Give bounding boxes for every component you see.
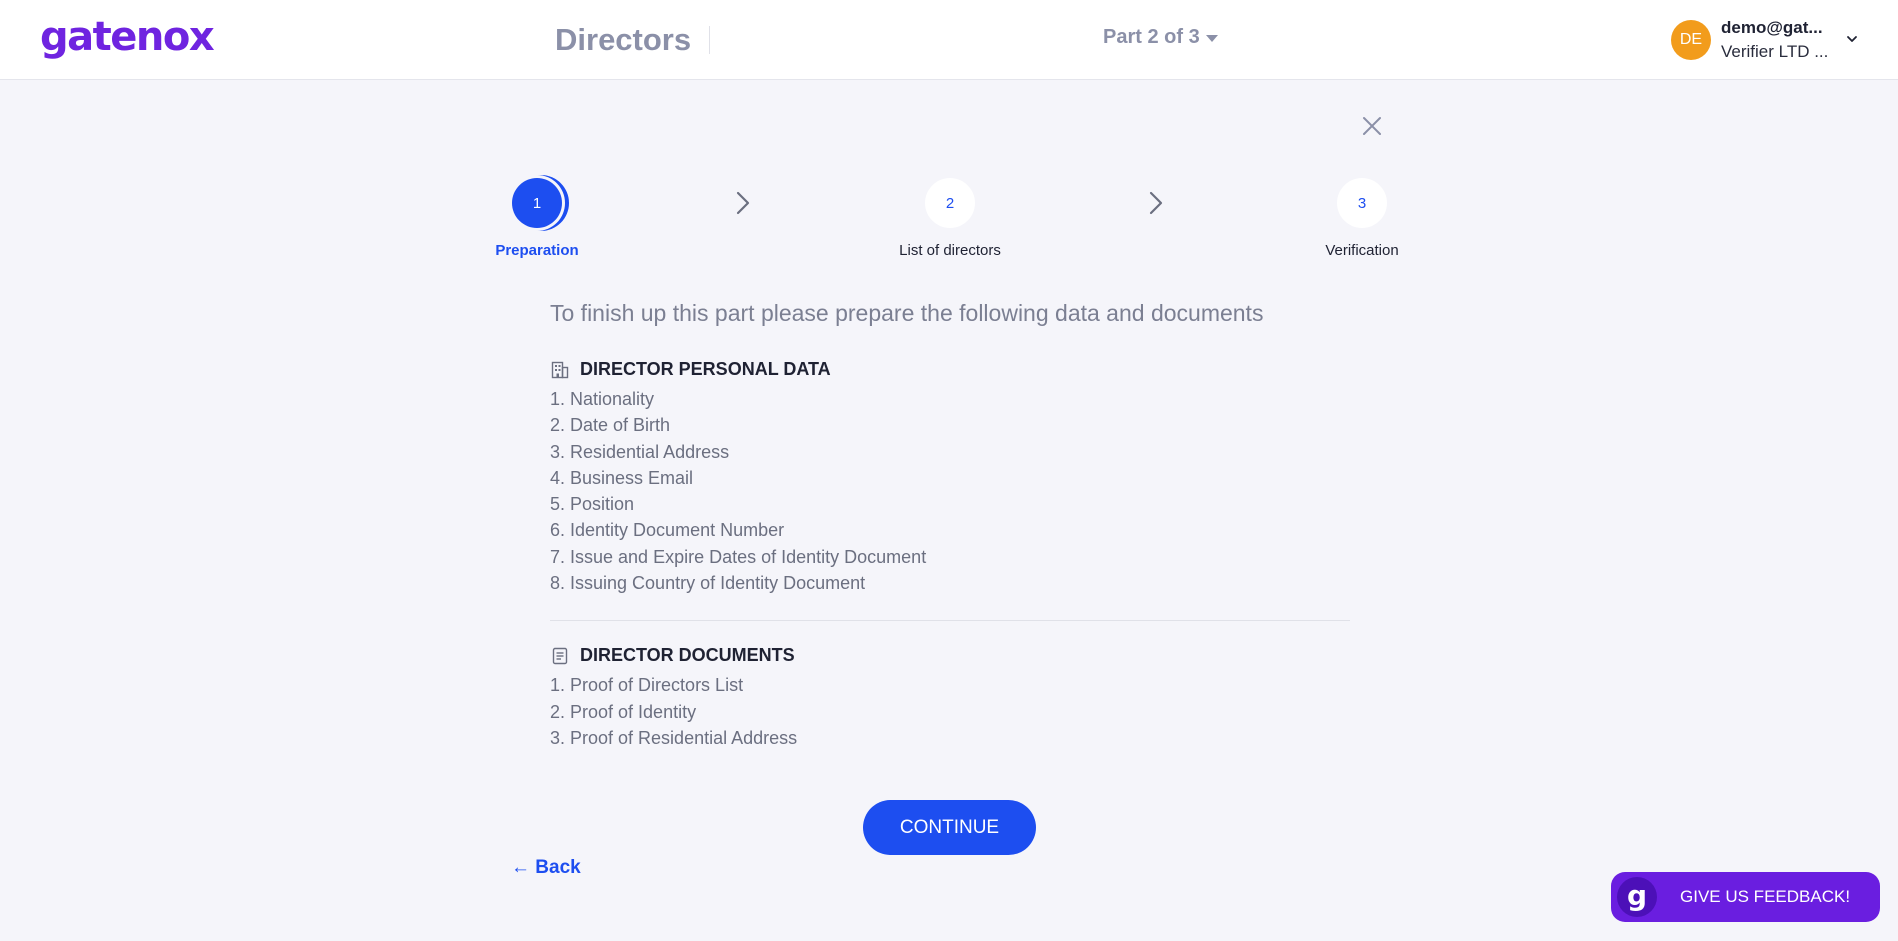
personal-data-title: DIRECTOR PERSONAL DATA [580,359,831,379]
list-item: 2. Proof of Identity [550,701,697,722]
list-item: 1. Proof of Directors List [550,675,744,696]
list-item: 8. Issuing Country of Identity Document [550,573,866,594]
chevron-right-icon [1149,191,1163,215]
step-label-verification: Verification [1325,242,1399,259]
avatar: DE [1671,20,1711,60]
document-icon [552,647,568,665]
step-verification[interactable]: 3 Verification [1282,178,1442,259]
close-icon[interactable] [1360,114,1384,138]
page-title: Directors [555,22,692,57]
part-selector-label: Part 2 of 3 [1103,26,1200,48]
step-number-1: 1 [512,178,562,228]
list-item: 3. Residential Address [550,441,730,462]
step-preparation[interactable]: 1 Preparation [457,178,617,259]
step-number-3: 3 [1337,178,1387,228]
list-item: 5. Position [550,494,635,515]
gatenox-logo[interactable]: gatenox [40,14,215,60]
documents-list: 1. Proof of Directors List 2. Proof of I… [550,672,1350,751]
continue-button[interactable]: CONTINUE [863,800,1036,855]
user-organization: Verifier LTD ... [1721,42,1829,61]
documents-section: DIRECTOR DOCUMENTS 1. Proof of Directors… [550,645,1350,751]
top-bar: gatenox Directors Part 2 of 3 DE demo@ga… [0,0,1898,80]
list-item: 3. Proof of Residential Address [550,727,798,748]
section-divider [550,620,1350,622]
chevron-down-icon [1847,36,1857,42]
feedback-button[interactable]: g GIVE US FEEDBACK! [1611,872,1880,922]
caret-down-icon [1205,35,1218,42]
title-divider [709,26,710,54]
list-item: 2. Date of Birth [550,415,671,436]
list-item: 7. Issue and Expire Dates of Identity Do… [550,546,927,567]
personal-data-list: 1. Nationality 2. Date of Birth 3. Resid… [550,386,1350,596]
step-label-preparation: Preparation [495,242,579,259]
personal-data-heading: DIRECTOR PERSONAL DATA [550,359,1350,380]
back-link[interactable]: ← Back [511,857,581,879]
documents-title: DIRECTOR DOCUMENTS [580,645,795,666]
gatenox-badge-icon: g [1617,877,1657,917]
user-email: demo@gat... [1721,18,1823,37]
step-number-2: 2 [925,178,975,228]
user-menu[interactable]: DE demo@gat... Verifier LTD ... [1671,18,1871,62]
list-item: 4. Business Email [550,467,694,488]
step-list-of-directors[interactable]: 2 List of directors [870,178,1030,259]
feedback-label: GIVE US FEEDBACK! [1680,887,1851,906]
part-selector[interactable]: Part 2 of 3 [1103,26,1218,49]
building-icon [551,361,569,378]
list-item: 1. Nationality [550,389,655,409]
preparation-content: To finish up this part please prepare th… [550,300,1350,751]
documents-heading: DIRECTOR DOCUMENTS [550,645,1350,666]
list-item: 6. Identity Document Number [550,520,785,541]
intro-text: To finish up this part please prepare th… [550,300,1264,326]
step-label-list-of-directors: List of directors [899,242,1001,259]
chevron-right-icon [736,191,750,215]
